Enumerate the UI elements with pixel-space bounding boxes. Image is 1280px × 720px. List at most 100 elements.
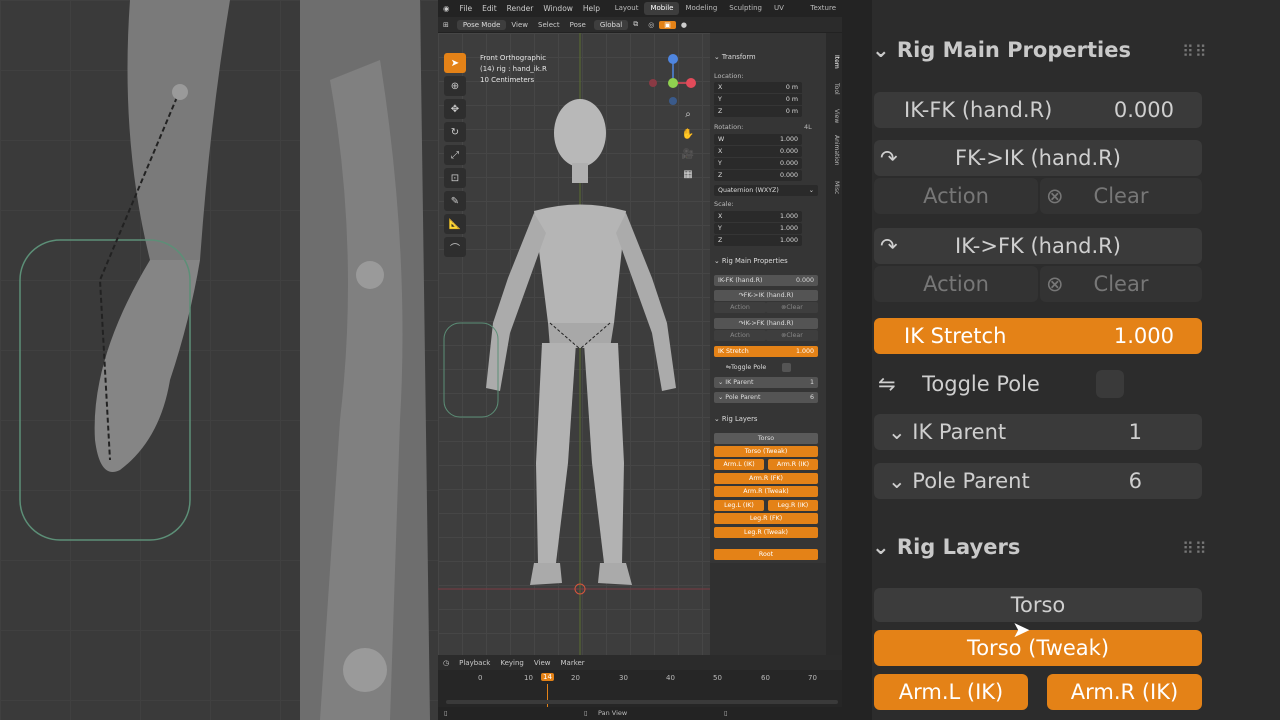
mouse-icon: ▯	[724, 709, 728, 717]
ik-to-fk-button-zoomed[interactable]: ↷ IK->FK (hand.R)	[874, 228, 1202, 264]
menu-pose[interactable]: Pose	[565, 21, 591, 29]
ik-parent-dropdown[interactable]: ⌄ IK Parent 1	[714, 377, 818, 388]
fk-to-ik-button-zoomed[interactable]: ↷ FK->IK (hand.R)	[874, 140, 1202, 176]
workspace-tab-layout[interactable]: Layout	[609, 2, 645, 15]
chevron-down-icon[interactable]: ⌄	[872, 535, 897, 559]
workspace-tab-uv-editing[interactable]: UV Editing	[768, 2, 804, 25]
viewport-header: ⊞ Pose Mode View Select Pose Global ⧉ ◎ …	[438, 17, 842, 33]
action-button-1[interactable]: Action	[714, 302, 766, 313]
clear-button-zoomed-1[interactable]: ⊗ Clear	[1040, 178, 1202, 214]
mode-dropdown[interactable]: Pose Mode	[456, 19, 507, 30]
tick-label: 50	[713, 674, 722, 682]
ik-stretch-slider-zoomed[interactable]: IK Stretch 1.000	[874, 318, 1202, 354]
toggle-pole-button-zoomed[interactable]: ⇋ Toggle Pole	[874, 366, 1088, 402]
layer-arm-r-fk-button[interactable]: Arm.R (FK)	[714, 473, 818, 484]
grip-icon[interactable]: ⠿⠿	[1182, 42, 1207, 61]
scale-z-field[interactable]: Z 1.000	[714, 235, 802, 246]
orientation-dropdown[interactable]: Global	[593, 19, 629, 30]
toggle-pole-checkbox[interactable]	[782, 363, 791, 372]
toggle-pole-button[interactable]: ⇋ Toggle Pole	[714, 362, 778, 373]
tab-item[interactable]: Item	[828, 55, 840, 69]
action-button-2[interactable]: Action	[714, 330, 766, 341]
tick-label: 60	[761, 674, 770, 682]
layer-arm-l-ik-button-zoomed[interactable]: Arm.L (IK)	[874, 674, 1028, 710]
chevron-down-icon[interactable]: ⌄	[714, 257, 722, 265]
pole-parent-dropdown[interactable]: ⌄ Pole Parent 6	[714, 392, 818, 403]
tab-animation[interactable]: Animation	[828, 135, 840, 166]
menu-help[interactable]: Help	[578, 4, 605, 13]
layer-torso-tweak-button[interactable]: Torso (Tweak)	[714, 446, 818, 457]
fk-to-ik-button[interactable]: ↷ FK->IK (hand.R)	[714, 290, 818, 301]
layer-arm-r-ik-button-zoomed[interactable]: Arm.R (IK)	[1047, 674, 1202, 710]
layer-arm-l-ik-button[interactable]: Arm.L (IK)	[714, 459, 764, 470]
tab-tool[interactable]: Tool	[828, 83, 840, 95]
ik-to-fk-button[interactable]: ↷ IK->FK (hand.R)	[714, 318, 818, 329]
layer-torso-tweak-button-zoomed[interactable]: Torso (Tweak)	[874, 630, 1202, 666]
current-frame-indicator[interactable]: 14	[541, 673, 554, 681]
layer-leg-r-fk-button[interactable]: Leg.R (FK)	[714, 513, 818, 524]
rotation-x-field[interactable]: X 0.000	[714, 146, 802, 157]
toggle-pole-checkbox-zoomed[interactable]	[1096, 370, 1124, 398]
pole-parent-dropdown-zoomed[interactable]: ⌄ Pole Parent 6	[874, 463, 1202, 499]
ikfk-slider-zoomed[interactable]: IK-FK (hand.R) 0.000	[874, 92, 1202, 128]
chevron-down-icon[interactable]: ⌄	[714, 53, 722, 61]
layer-arm-r-tweak-button[interactable]: Arm.R (Tweak)	[714, 486, 818, 497]
chevron-down-icon[interactable]: ⌄	[872, 38, 897, 62]
workspace-tab-texture-paint[interactable]: Texture Paint	[804, 2, 842, 25]
action-button-zoomed-2[interactable]: Action	[874, 266, 1038, 302]
layer-root-button[interactable]: Root	[714, 549, 818, 560]
menu-select[interactable]: Select	[533, 21, 565, 29]
grip-icon[interactable]: ⠿⠿	[1182, 539, 1207, 558]
tab-misc[interactable]: Misc	[828, 181, 840, 194]
clear-button-2[interactable]: ⊗ Clear	[766, 330, 818, 341]
rotation-z-field[interactable]: Z 0.000	[714, 170, 802, 181]
snap-icon[interactable]: ⧉	[628, 20, 643, 29]
editor-type-icon[interactable]: ⊞	[438, 21, 454, 29]
scale-y-field[interactable]: Y 1.000	[714, 223, 802, 234]
overlay-icon[interactable]: ◎	[643, 21, 659, 29]
workspace-tab-modeling[interactable]: Modeling	[679, 2, 723, 15]
character-model[interactable]	[438, 33, 710, 655]
menu-marker[interactable]: Marker	[555, 659, 589, 667]
menu-window[interactable]: Window	[538, 4, 578, 13]
menu-playback[interactable]: Playback	[454, 659, 495, 667]
clock-icon[interactable]: ◷	[438, 659, 454, 667]
ikfk-slider[interactable]: IK-FK (hand.R) 0.000	[714, 275, 818, 286]
blender-logo-icon[interactable]: ◉	[438, 4, 455, 13]
menu-keying[interactable]: Keying	[495, 659, 529, 667]
chevron-down-icon[interactable]: ⌄	[714, 415, 722, 423]
rotation-w-field[interactable]: W 1.000	[714, 134, 802, 145]
layer-leg-l-ik-button[interactable]: Leg.L (IK)	[714, 500, 764, 511]
rotation-y-field[interactable]: Y 0.000	[714, 158, 802, 169]
menu-view[interactable]: View	[506, 21, 533, 29]
scale-x-field[interactable]: X 1.000	[714, 211, 802, 222]
layer-torso-button-zoomed[interactable]: Torso	[874, 588, 1202, 622]
xray-icon[interactable]: ▣	[659, 20, 676, 29]
layer-arm-r-ik-button[interactable]: Arm.R (IK)	[768, 459, 818, 470]
clear-button-1[interactable]: ⊗ Clear	[766, 302, 818, 313]
rotation-mode-dropdown[interactable]: Quaternion (WXYZ) ⌄	[714, 185, 818, 196]
snap-arrow-icon: ↷	[880, 234, 898, 258]
ik-parent-dropdown-zoomed[interactable]: ⌄ IK Parent 1	[874, 414, 1202, 450]
location-x-field[interactable]: X0 m	[714, 82, 802, 93]
menu-file[interactable]: File	[455, 4, 478, 13]
timeline-scrollbar[interactable]	[446, 700, 838, 704]
layer-leg-r-ik-button[interactable]: Leg.R (IK)	[768, 500, 818, 511]
shading-icon[interactable]: ●	[676, 21, 692, 29]
action-button-zoomed-1[interactable]: Action	[874, 178, 1038, 214]
layer-leg-r-tweak-button[interactable]: Leg.R (Tweak)	[714, 527, 818, 538]
frame-ruler[interactable]: 0 10 20 30 40 50 60 70 14	[438, 672, 842, 707]
menu-edit[interactable]: Edit	[477, 4, 502, 13]
layer-torso-button[interactable]: Torso	[714, 433, 818, 444]
menu-render[interactable]: Render	[502, 4, 539, 13]
workspace-tab-sculpting[interactable]: Sculpting	[723, 2, 768, 15]
location-z-field[interactable]: Z0 m	[714, 106, 802, 117]
location-y-field[interactable]: Y0 m	[714, 94, 802, 105]
tab-view[interactable]: View	[828, 109, 840, 123]
workspace-tab-mobile[interactable]: Mobile	[644, 2, 680, 15]
menu-timeline-view[interactable]: View	[529, 659, 556, 667]
location-label: Location:	[714, 72, 744, 80]
clear-button-zoomed-2[interactable]: ⊗ Clear	[1040, 266, 1202, 302]
3d-viewport[interactable]: Front Orthographic (14) rig : hand_ik.R …	[438, 33, 710, 655]
ik-stretch-slider[interactable]: IK Stretch 1.000	[714, 346, 818, 357]
